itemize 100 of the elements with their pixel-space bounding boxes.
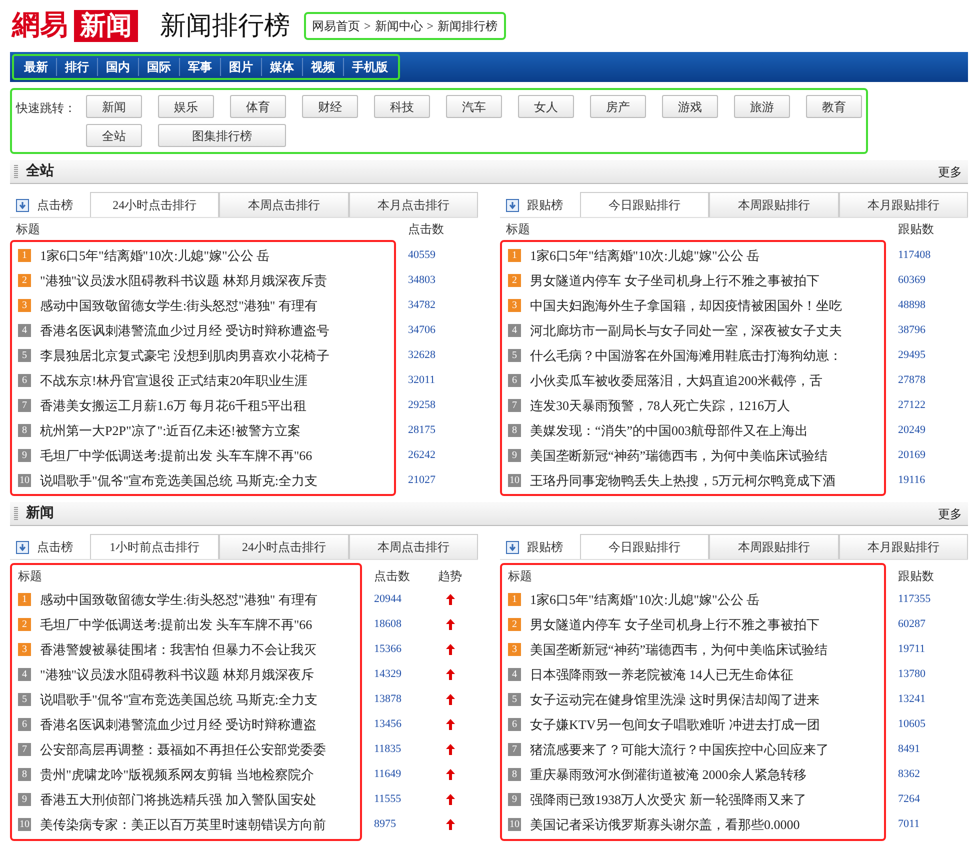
breadcrumb-link[interactable]: 网易首页 xyxy=(312,17,360,35)
rank-badge: 8 xyxy=(18,424,31,437)
quick-jump-button[interactable]: 图集排行榜 xyxy=(158,124,286,147)
quick-jump-button[interactable]: 女人 xyxy=(518,95,574,118)
nav-link[interactable]: 国际 xyxy=(138,58,179,76)
ranking-tab[interactable]: 本周跟贴排行 xyxy=(709,192,839,217)
headline-link[interactable]: 1家6口5年"结离婚"10次:儿媳"嫁"公公 岳 xyxy=(40,246,270,266)
nav-link[interactable]: 媒体 xyxy=(261,58,302,76)
section-title: 全站 xyxy=(26,162,54,181)
ranking-tab[interactable]: 本周点击排行 xyxy=(219,192,349,217)
headline-link[interactable]: 美国记者采访俄罗斯寡头谢尔盖，看那些0.0000 xyxy=(530,814,800,834)
headline-link[interactable]: 香港美女搬运工月薪1.6万 每月花6千租5平出租 xyxy=(40,396,306,416)
headline-link[interactable]: 1家6口5年"结离婚"10次:儿媳"嫁"公公 岳 xyxy=(530,246,760,266)
panel-label: 跟贴榜 xyxy=(527,539,563,556)
headline-link[interactable]: 王珞丹同事宠物鸭丢失上热搜，5万元柯尔鸭竟成下酒 xyxy=(530,470,836,490)
quick-jump-button[interactable]: 科技 xyxy=(374,95,430,118)
headline-link[interactable]: 公安部高层再调整：聂福如不再担任公安部党委委 xyxy=(40,740,326,760)
rank-badge: 6 xyxy=(18,374,31,387)
count-text: 60287 xyxy=(898,617,926,632)
nav-link[interactable]: 军事 xyxy=(179,58,220,76)
headline-link[interactable]: 说唱歌手"侃爷"宣布竞选美国总统 马斯克:全力支 xyxy=(40,690,318,710)
section-title: 新闻 xyxy=(26,504,54,523)
headline-link[interactable]: 香港名医讽刺港警流血少过月经 受访时辩称遭盗 xyxy=(40,714,316,734)
quick-jump-button[interactable]: 旅游 xyxy=(734,95,790,118)
ranking-tab[interactable]: 本周点击排行 xyxy=(348,534,478,559)
headline-link[interactable]: "港独"议员泼水阻碍教科书议题 林郑月娥深夜斥 xyxy=(40,664,314,684)
quick-jump-button[interactable]: 财经 xyxy=(302,95,358,118)
more-link[interactable]: 更多 xyxy=(938,504,968,522)
ranking-tab[interactable]: 本月点击排行 xyxy=(348,192,478,217)
quick-jump-label: 快速跳转： xyxy=(16,100,77,117)
headline-link[interactable]: 什么毛病？中国游客在外国海滩用鞋底击打海狗幼崽： xyxy=(530,346,842,366)
ranking-tab[interactable]: 今日跟贴排行 xyxy=(580,534,710,559)
rank-badge: 8 xyxy=(18,768,31,781)
headline-link[interactable]: 女子运动完在健身馆里洗澡 这时男保洁却闯了进来 xyxy=(530,690,820,710)
ranking-tab[interactable]: 本月跟贴排行 xyxy=(838,192,968,217)
ranking-tab[interactable]: 24小时点击排行 xyxy=(90,192,220,217)
nav-link[interactable]: 视频 xyxy=(302,58,343,76)
rank-badge: 9 xyxy=(18,449,31,462)
headline-link[interactable]: "港独"议员泼水阻碍教科书议题 林郑月娥深夜斥责 xyxy=(40,270,327,290)
quick-jump-button[interactable]: 汽车 xyxy=(446,95,502,118)
quick-jump-button[interactable]: 全站 xyxy=(86,124,142,147)
nav-link[interactable]: 排行 xyxy=(56,58,97,76)
headline-link[interactable]: 香港名医讽刺港警流血少过月经 受访时辩称遭盗号 xyxy=(40,320,330,340)
count-text: 34706 xyxy=(408,323,436,338)
count-text: 29495 xyxy=(898,348,926,364)
headline-link[interactable]: 重庆暴雨致河水倒灌街道被淹 2000余人紧急转移 xyxy=(530,764,806,784)
headline-link[interactable]: 毛坦厂中学低调送考:提前出发 头车车牌不再"66 xyxy=(40,614,312,634)
headline-link[interactable]: 香港五大刑侦部门将挑选精兵强 加入警队国安处 xyxy=(40,790,316,810)
headline-link[interactable]: 美国垄断新冠“神药”瑞德西韦，为何中美临床试验结 xyxy=(530,446,828,466)
headline-link[interactable]: 杭州第一大P2P"凉了":近百亿未还!被警方立案 xyxy=(40,420,301,440)
quick-jump-button[interactable]: 娱乐 xyxy=(158,95,214,118)
headline-link[interactable]: 香港警嫂被暴徒围堵：我害怕 但暴力不会让我灭 xyxy=(40,640,316,660)
headline-link[interactable]: 美国垄断新冠“神药”瑞德西韦，为何中美临床试验结 xyxy=(530,640,828,660)
column-header: 点击数 xyxy=(408,221,445,238)
column-header: 标题 xyxy=(508,568,532,585)
headline-link[interactable]: 不战东京!林丹官宣退役 正式结束20年职业生涯 xyxy=(40,370,308,390)
headline-link[interactable]: 感动中国致敬留德女学生:街头怒怼"港独" 有理有 xyxy=(40,590,318,610)
nav-link[interactable]: 手机版 xyxy=(343,58,396,76)
headline-link[interactable]: 毛坦厂中学低调送考:提前出发 头车车牌不再"66 xyxy=(40,446,312,466)
headline-link[interactable]: 李晨独居北京复式豪宅 没想到肌肉男喜欢小花椅子 xyxy=(40,346,330,366)
quick-jump-button[interactable]: 房产 xyxy=(590,95,646,118)
rank-badge: 8 xyxy=(508,424,521,437)
column-header: 趋势 xyxy=(437,568,463,585)
headline-link[interactable]: 中国夫妇跑海外生子拿国籍，却因疫情被困国外！坐吃 xyxy=(530,296,842,316)
headline-link[interactable]: 贵州"虎啸龙吟"版视频系网友剪辑 当地检察院介 xyxy=(40,764,314,784)
headline-link[interactable]: 连发30天暴雨预警，78人死亡失踪，1216万人 xyxy=(530,396,790,416)
headline-link[interactable]: 强降雨已致1938万人次受灾 新一轮强降雨又来了 xyxy=(530,790,806,810)
breadcrumb-link[interactable]: 新闻中心 xyxy=(374,17,423,35)
ranking-tab[interactable]: 24小时点击排行 xyxy=(219,534,349,559)
headline-link[interactable]: 说唱歌手"侃爷"宣布竞选美国总统 马斯克:全力支 xyxy=(40,470,318,490)
headline-link[interactable]: 男女隧道内停车 女子坐司机身上行不雅之事被拍下 xyxy=(530,270,820,290)
headline-link[interactable]: 猪流感要来了？可能大流行？中国疾控中心回应来了 xyxy=(530,740,829,760)
quick-jump-button[interactable]: 体育 xyxy=(230,95,286,118)
headline-link[interactable]: 感动中国致敬留德女学生:街头怒怼"港独" 有理有 xyxy=(40,296,318,316)
quick-jump-button[interactable]: 教育 xyxy=(806,95,862,118)
headline-link[interactable]: 美媒发现：“消失”的中国003航母部件又在上海出 xyxy=(530,420,808,440)
headline-link[interactable]: 小伙卖瓜车被收委屈落泪，大妈直追200米截停，舌 xyxy=(530,370,822,390)
nav-link[interactable]: 图片 xyxy=(220,58,261,76)
headline-link[interactable]: 男女隧道内停车 女子坐司机身上行不雅之事被拍下 xyxy=(530,614,820,634)
ranking-tab[interactable]: 1小时前点击排行 xyxy=(90,534,220,559)
download-icon xyxy=(506,540,519,554)
headline-link[interactable]: 女子嫌KTV另一包间女子唱歌难听 冲进去打成一团 xyxy=(530,714,820,734)
count-text: 11835 xyxy=(374,742,402,758)
nav-link[interactable]: 国内 xyxy=(97,58,138,76)
rank-badge: 3 xyxy=(508,643,521,656)
rank-badge: 8 xyxy=(508,768,521,781)
quick-jump-button[interactable]: 新闻 xyxy=(86,95,142,118)
headline-link[interactable]: 美传染病专家：美正以百万英里时速朝错误方向前 xyxy=(40,814,326,834)
nav-link[interactable]: 最新 xyxy=(16,58,56,76)
breadcrumb-link[interactable]: 新闻排行榜 xyxy=(438,17,498,35)
more-link[interactable]: 更多 xyxy=(938,162,968,180)
ranking-tab[interactable]: 今日跟贴排行 xyxy=(580,192,710,217)
column-header: 点击数 xyxy=(374,568,411,585)
headline-link[interactable]: 1家6口5年"结离婚"10次:儿媳"嫁"公公 岳 xyxy=(530,590,760,610)
quick-jump-button[interactable]: 游戏 xyxy=(662,95,718,118)
count-text: 13878 xyxy=(374,692,402,708)
headline-link[interactable]: 河北廊坊市一副局长与女子同处一室，深夜被女子丈夫 xyxy=(530,320,842,340)
ranking-tab[interactable]: 本周跟贴排行 xyxy=(709,534,839,559)
headline-link[interactable]: 日本强降雨致一养老院被淹 14人已无生命体征 xyxy=(530,664,794,684)
ranking-tab[interactable]: 本月跟贴排行 xyxy=(838,534,968,559)
